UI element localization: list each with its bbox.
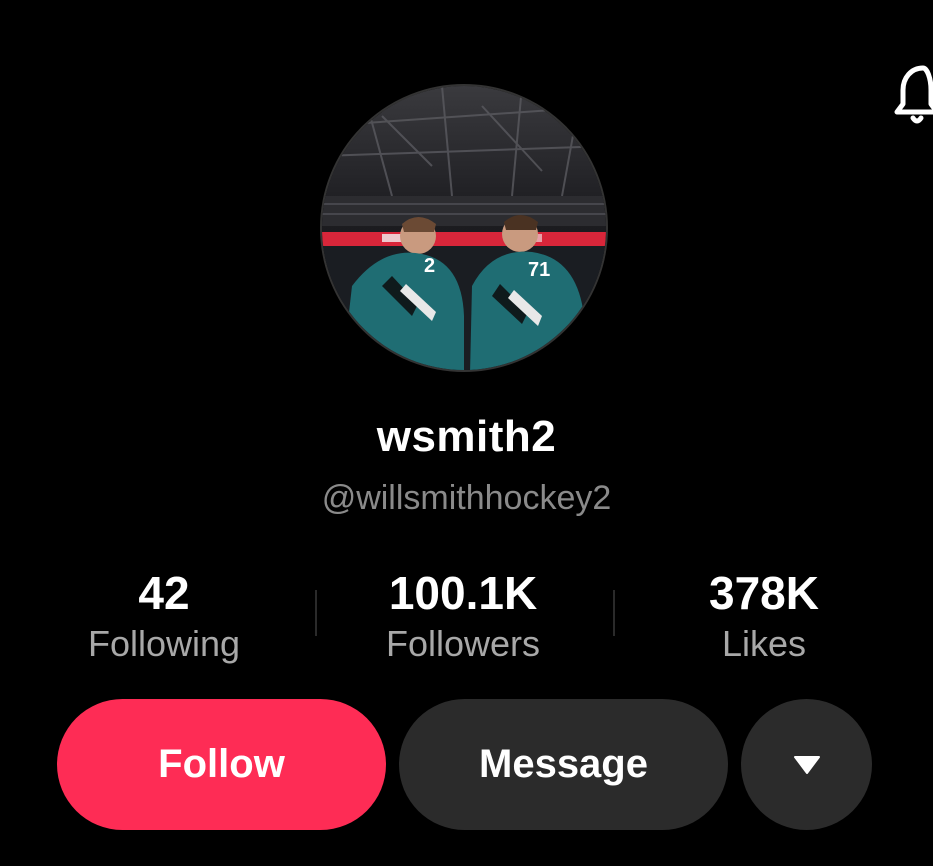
likes-count: 378K (709, 567, 819, 619)
username: wsmith2 (376, 412, 557, 461)
svg-text:2: 2 (424, 255, 435, 277)
user-handle: @willsmithhockey2 (321, 479, 612, 517)
stat-followers[interactable]: 100.1K Followers (313, 566, 613, 666)
followers-label: Followers (385, 623, 541, 664)
likes-label: Likes (721, 623, 807, 664)
svg-text:71: 71 (528, 259, 550, 281)
triangle-down-icon (793, 755, 820, 774)
avatar[interactable]: 2 71 (320, 84, 608, 372)
bell-icon[interactable] (893, 60, 933, 130)
more-options-button[interactable] (741, 699, 872, 830)
message-button[interactable]: Message (399, 699, 728, 830)
stat-following[interactable]: 42 Following (14, 566, 314, 666)
follow-button[interactable]: Follow (57, 699, 386, 830)
followers-count: 100.1K (388, 567, 538, 619)
following-count: 42 (138, 567, 190, 619)
profile-screen: 2 71 wsmith2 @willsmithhockey2 42 Follow… (0, 0, 933, 866)
following-label: Following (87, 623, 241, 664)
stat-likes[interactable]: 378K Likes (614, 566, 914, 666)
